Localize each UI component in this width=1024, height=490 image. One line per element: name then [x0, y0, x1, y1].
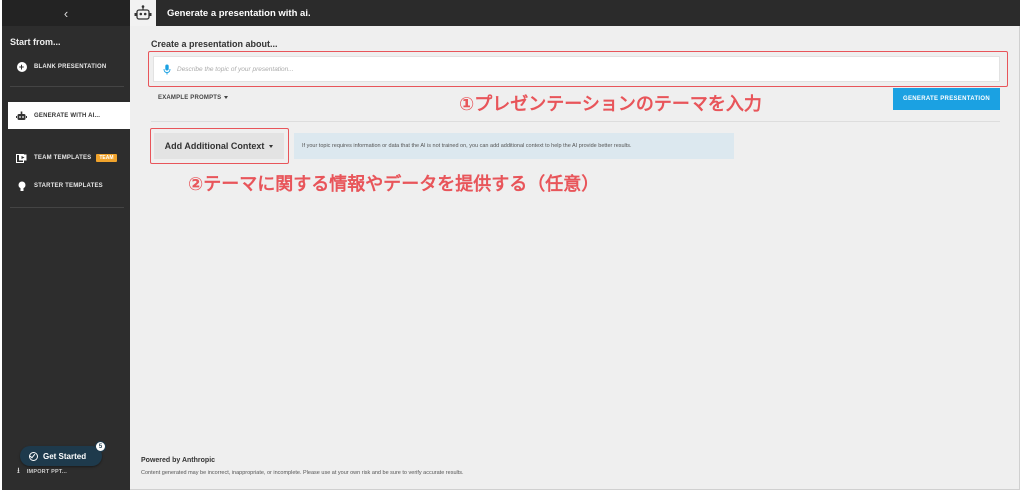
- sidebar-item-label: GENERATE WITH AI...: [34, 112, 101, 119]
- header-bar: Generate a presentation with ai.: [130, 0, 1020, 26]
- template-icon: [16, 153, 27, 164]
- page-title: Generate a presentation with ai.: [167, 7, 311, 19]
- import-label: IMPORT PPT...: [26, 469, 67, 475]
- example-prompts-dropdown[interactable]: EXAMPLE PROMPTS: [158, 95, 229, 101]
- topic-input[interactable]: [177, 65, 999, 73]
- sidebar-divider: [10, 207, 124, 208]
- powered-by-label: Powered by Anthropic: [141, 457, 216, 464]
- context-help-note: If your topic requires information or da…: [294, 133, 734, 159]
- sidebar-item-label: STARTER TEMPLATES: [34, 183, 103, 189]
- upload-icon: ⭳: [17, 466, 20, 475]
- import-ppt-item[interactable]: ⭳ IMPORT PPT...: [17, 465, 67, 479]
- topic-input-wrapper: [153, 56, 1000, 82]
- sidebar-title: Start from...: [10, 37, 61, 47]
- add-context-label: Add Additional Context: [164, 141, 265, 151]
- get-started-label: Get Started: [43, 451, 87, 461]
- check-circle-icon: [29, 451, 38, 461]
- sidebar-item-starter-templates[interactable]: STARTER TEMPLATES: [2, 171, 130, 201]
- example-prompts-label: EXAMPLE PROMPTS: [158, 95, 222, 101]
- sidebar: ‹ Start from... + BLANK PRESENTATION GEN…: [2, 0, 130, 490]
- section-divider: [151, 121, 1000, 122]
- sidebar-top-bar: ‹: [2, 0, 130, 26]
- caret-down-icon: [224, 95, 229, 99]
- microphone-icon[interactable]: [163, 64, 171, 75]
- annotation-step-1: ①プレゼンテーションのテーマを入力: [459, 94, 762, 115]
- add-context-button[interactable]: Add Additional Context: [154, 133, 284, 159]
- topic-label: Create a presentation about...: [151, 39, 278, 49]
- caret-down-icon: [269, 144, 274, 148]
- disclaimer-text: Content generated may be incorrect, inap…: [141, 470, 464, 476]
- sidebar-item-blank-presentation[interactable]: + BLANK PRESENTATION: [2, 52, 130, 82]
- sidebar-item-label: BLANK PRESENTATION: [34, 64, 107, 70]
- robot-icon: [130, 0, 156, 26]
- annotation-step-2: ②テーマに関する情報やデータを提供する（任意）: [188, 174, 600, 195]
- get-started-count-badge: 5: [95, 441, 106, 452]
- sidebar-item-generate-with-ai[interactable]: GENERATE WITH AI...: [8, 102, 130, 129]
- sidebar-item-team-templates[interactable]: TEAM TEMPLATES TEAM: [2, 143, 130, 173]
- chevron-left-icon[interactable]: ‹: [64, 6, 68, 21]
- team-badge: TEAM: [96, 154, 117, 162]
- generate-presentation-button[interactable]: GENERATE PRESENTATION: [893, 88, 1000, 110]
- robot-icon: [16, 110, 27, 121]
- sidebar-item-label: TEAM TEMPLATES: [34, 155, 92, 161]
- get-started-button[interactable]: Get Started: [20, 446, 102, 466]
- plus-circle-icon: +: [16, 62, 27, 73]
- lightbulb-icon: [16, 181, 27, 192]
